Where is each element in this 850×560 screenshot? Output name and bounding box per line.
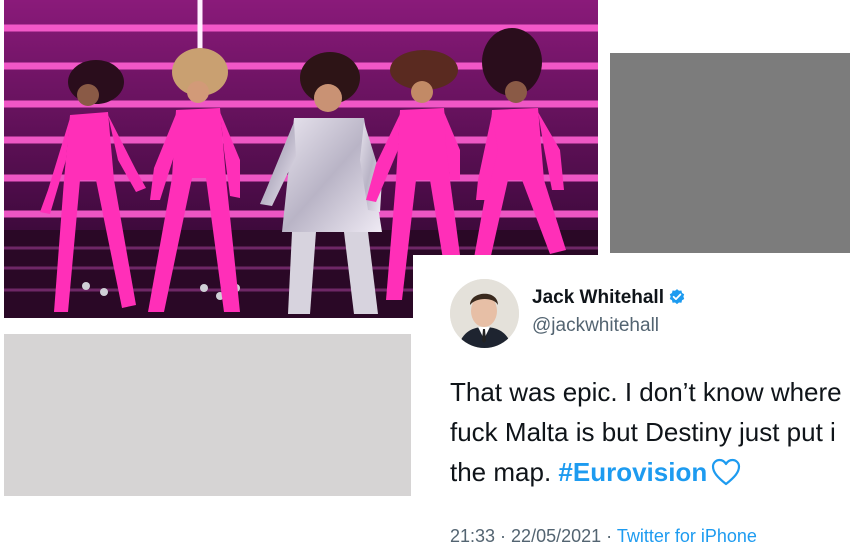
tweet-date[interactable]: 22/05/2021	[511, 526, 601, 546]
avatar[interactable]	[450, 279, 519, 348]
tweet-time[interactable]: 21:33	[450, 526, 495, 546]
author-name-text[interactable]: Jack Whitehall	[532, 287, 664, 308]
meta-separator: ·	[495, 526, 512, 546]
author-name[interactable]: Jack Whitehall	[532, 287, 686, 309]
meta-separator: ·	[601, 526, 617, 546]
redacted-image-block	[610, 53, 850, 253]
tweet-text: That was epic. I don’t know where fuck M…	[450, 372, 850, 492]
tweet-text-line-3: the map. #Eurovision	[450, 452, 850, 492]
tweet-text-line-1: That was epic. I don’t know where	[450, 377, 842, 407]
verified-badge-icon	[668, 288, 686, 306]
author-handle[interactable]: @jackwhitehall	[532, 315, 659, 337]
hashtag-link[interactable]: #Eurovision	[558, 457, 707, 487]
blank-image-block	[4, 334, 411, 496]
tweet-text-line-3-prefix: the map.	[450, 457, 559, 487]
tweet-text-line-2: fuck Malta is but Destiny just put i	[450, 417, 836, 447]
tweet-card: Jack Whitehall @jackwhitehall That was e…	[413, 255, 850, 560]
blue-heart-icon	[711, 457, 741, 486]
tweet-source-link[interactable]: Twitter for iPhone	[617, 526, 757, 546]
tweet-meta: 21:33 · 22/05/2021 · Twitter for iPhone	[450, 526, 757, 547]
